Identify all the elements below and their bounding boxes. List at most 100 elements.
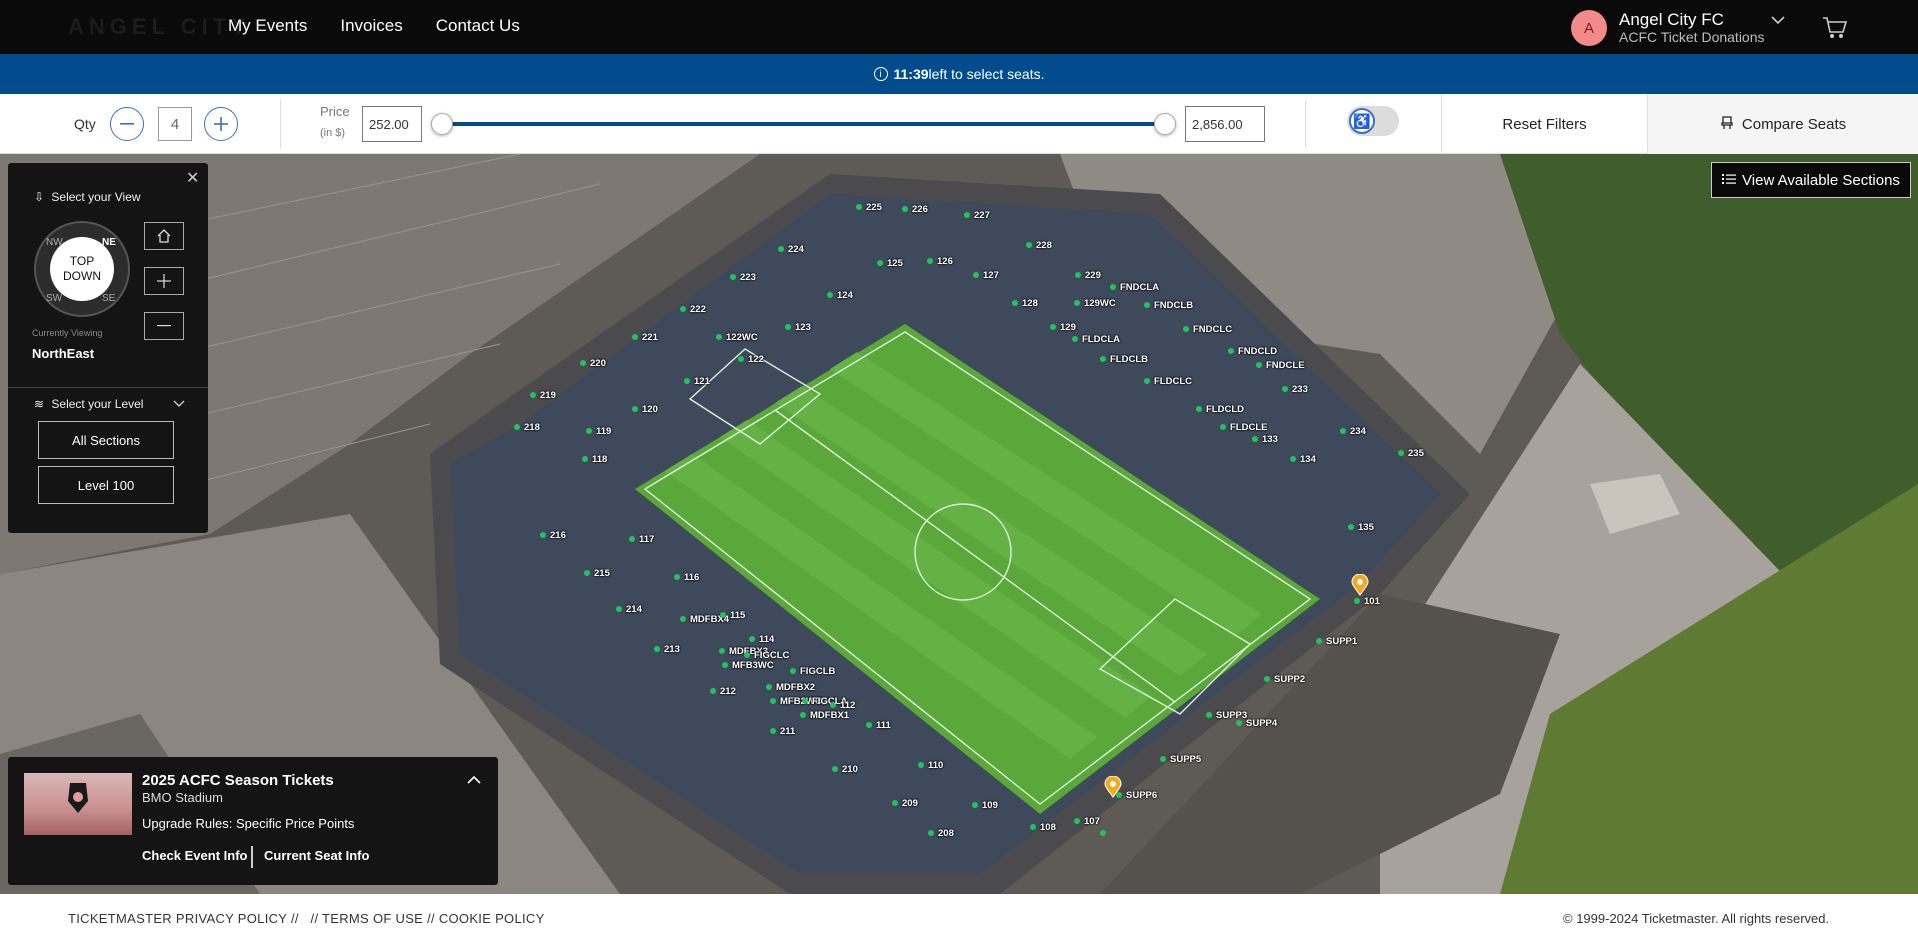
section-marker[interactable]: 233 — [1282, 384, 1308, 395]
section-marker[interactable]: 220 — [580, 358, 606, 369]
reset-filters-button[interactable]: Reset Filters — [1441, 94, 1647, 154]
section-marker[interactable]: 211 — [770, 726, 795, 737]
section-marker[interactable]: 221 — [632, 332, 658, 343]
section-marker[interactable]: 213 — [654, 644, 680, 655]
section-marker[interactable]: 118 — [582, 454, 607, 465]
compare-seats-button[interactable]: Compare Seats — [1647, 94, 1918, 154]
zoom-out-button[interactable] — [144, 312, 184, 340]
section-marker[interactable]: 125 — [877, 258, 903, 269]
section-marker[interactable]: 234 — [1340, 426, 1366, 437]
section-marker[interactable]: FNDCLC — [1183, 324, 1232, 335]
section-marker[interactable]: SUPP5 — [1160, 754, 1201, 765]
section-marker[interactable]: FNDCLA — [1110, 282, 1159, 293]
cookie-policy-link[interactable]: COOKIE POLICY — [439, 911, 545, 926]
section-marker[interactable]: 222 — [680, 304, 706, 315]
section-marker[interactable]: MDFBX1 — [800, 710, 849, 721]
section-marker[interactable]: 208 — [928, 828, 954, 839]
current-seat-info-link[interactable]: Current Seat Info — [264, 848, 369, 863]
price-slider-track[interactable] — [441, 122, 1166, 126]
section-marker[interactable]: 225 — [856, 202, 882, 213]
section-marker[interactable]: 121 — [684, 376, 710, 387]
section-marker[interactable]: 124 — [827, 290, 853, 301]
section-marker[interactable]: FLDCLB — [1100, 354, 1148, 365]
chevron-down-icon[interactable] — [1770, 12, 1786, 30]
section-marker[interactable]: 116 — [674, 572, 699, 583]
chevron-up-icon[interactable] — [463, 769, 485, 789]
section-marker[interactable]: 235 — [1398, 448, 1424, 459]
compass-se[interactable]: SE — [102, 293, 115, 304]
section-marker[interactable]: 210 — [832, 764, 858, 775]
select-level-title[interactable]: ≋ Select your Level — [34, 397, 143, 411]
accessibility-toggle[interactable]: ♿ — [1347, 106, 1399, 136]
account-menu[interactable]: A Angel City FC ACFC Ticket Donations — [1571, 10, 1765, 46]
section-marker[interactable]: 127 — [973, 270, 999, 281]
price-slider-min-handle[interactable] — [431, 113, 453, 135]
section-marker[interactable]: 117 — [629, 534, 654, 545]
section-marker[interactable]: SUPP4 — [1236, 718, 1277, 729]
section-marker[interactable]: 228 — [1026, 240, 1052, 251]
section-marker[interactable]: 224 — [778, 244, 804, 255]
level-option-all-sections[interactable]: All Sections — [38, 421, 174, 459]
section-marker[interactable]: FNDCLE — [1256, 360, 1305, 371]
section-marker[interactable]: 126 — [927, 256, 953, 267]
section-marker[interactable]: FIGCLB — [790, 666, 835, 677]
section-marker[interactable]: 122 — [738, 354, 764, 365]
view-compass[interactable]: NW NE SW SE TOP DOWN — [34, 221, 130, 317]
section-marker[interactable]: 218 — [514, 422, 540, 433]
section-marker[interactable]: 108 — [1030, 822, 1056, 833]
section-marker[interactable]: FLDCLA — [1072, 334, 1120, 345]
section-marker[interactable]: 111 — [866, 720, 891, 731]
section-marker[interactable]: 115 — [720, 610, 745, 621]
section-marker[interactable]: 123 — [785, 322, 811, 333]
qty-value[interactable]: 4 — [158, 107, 192, 141]
close-icon[interactable]: ✕ — [186, 168, 199, 188]
section-marker[interactable]: MDFBX2 — [766, 682, 815, 693]
qty-increase-button[interactable] — [204, 107, 238, 141]
section-marker[interactable]: 219 — [530, 390, 556, 401]
section-marker[interactable]: 209 — [892, 798, 918, 809]
chevron-down-icon[interactable] — [173, 397, 185, 411]
section-marker[interactable]: 226 — [902, 204, 928, 215]
section-marker[interactable]: 122WC — [716, 332, 758, 343]
level-option-level-100[interactable]: Level 100 — [38, 466, 174, 504]
nav-link-my-events[interactable]: My Events — [228, 16, 307, 36]
section-marker[interactable]: 107 — [1074, 816, 1100, 827]
section-marker[interactable]: 227 — [964, 210, 990, 221]
nav-link-contact-us[interactable]: Contact Us — [436, 16, 520, 36]
price-max-input[interactable] — [1185, 106, 1265, 142]
section-marker[interactable]: FLDCLC — [1144, 376, 1192, 387]
section-marker[interactable]: FLDCLE — [1220, 422, 1267, 433]
section-marker[interactable]: 128 — [1012, 298, 1038, 309]
check-event-info-link[interactable]: Check Event Info — [142, 848, 247, 863]
section-marker[interactable]: FNDCLB — [1144, 300, 1193, 311]
terms-of-use-link[interactable]: TERMS OF USE — [322, 911, 423, 926]
cart-icon[interactable] — [1822, 16, 1848, 40]
section-marker[interactable]: 129WC — [1074, 298, 1116, 309]
section-marker[interactable]: 135 — [1348, 522, 1374, 533]
section-marker[interactable]: 134 — [1290, 454, 1316, 465]
section-marker[interactable]: 214 — [616, 604, 642, 615]
section-marker[interactable]: 114 — [749, 634, 774, 645]
privacy-policy-link[interactable]: TICKETMASTER PRIVACY POLICY — [68, 911, 287, 926]
section-marker[interactable]: 212 — [710, 686, 736, 697]
section-marker[interactable]: 129 — [1050, 322, 1076, 333]
section-marker[interactable]: SUPP2 — [1264, 674, 1305, 685]
section-marker[interactable]: 216 — [540, 530, 566, 541]
price-min-input[interactable] — [362, 106, 422, 142]
section-marker[interactable]: 223 — [730, 272, 756, 283]
angel-city-logo[interactable]: ANGEL CITY — [68, 14, 251, 40]
section-marker[interactable]: 215 — [584, 568, 610, 579]
section-marker[interactable]: SUPP6 — [1116, 790, 1157, 801]
section-marker[interactable]: MFB3WC — [722, 660, 774, 671]
section-marker[interactable]: 110 — [918, 760, 943, 771]
zoom-in-button[interactable] — [144, 267, 184, 295]
section-marker[interactable]: SUPP1 — [1316, 636, 1357, 647]
section-marker[interactable]: 109 — [972, 800, 998, 811]
compass-sw[interactable]: SW — [46, 293, 62, 304]
compass-top-down[interactable]: TOP DOWN — [50, 237, 114, 301]
nav-link-invoices[interactable]: Invoices — [340, 16, 402, 36]
home-icon[interactable] — [144, 222, 184, 250]
section-marker[interactable]: FLDCLD — [1196, 404, 1244, 415]
section-marker[interactable] — [1100, 828, 1110, 839]
qty-decrease-button[interactable] — [110, 107, 144, 141]
